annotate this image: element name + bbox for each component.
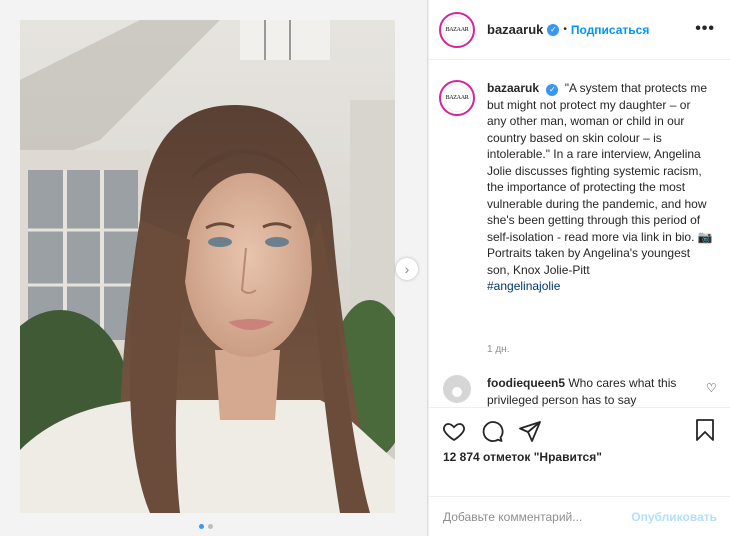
commenter-username[interactable]: foodiequeen5 [487, 376, 565, 390]
carousel-dots [199, 524, 213, 529]
more-icon[interactable]: ••• [695, 21, 715, 37]
hashtag-link[interactable]: #angelinajolie [487, 278, 713, 295]
verified-icon: ✓ [546, 84, 559, 97]
carousel-dot [199, 524, 204, 529]
add-comment-bar: Опубликовать [429, 496, 730, 536]
avatar-logo: BAZAAR [443, 84, 471, 112]
follow-button[interactable]: Подписаться [571, 23, 649, 37]
avatar-logo: BAZAAR [443, 15, 471, 44]
action-icons [441, 418, 543, 444]
comment-text: foodiequeen5 Who cares what this privile… [487, 375, 692, 407]
separator-dot: • [563, 24, 567, 35]
avatar[interactable]: BAZAAR [439, 11, 475, 48]
caption-body: "A system that protects me but might not… [487, 81, 713, 277]
comment-input[interactable] [443, 509, 628, 524]
caption-text: bazaaruk ✓ "A system that protects me bu… [487, 80, 713, 295]
carousel-dot [208, 524, 213, 529]
commenter-avatar[interactable] [443, 375, 471, 403]
verified-icon: ✓ [547, 23, 560, 36]
publish-button[interactable]: Опубликовать [631, 510, 717, 524]
post-header: BAZAAR bazaaruk ✓ • Подписаться ••• [429, 0, 730, 60]
username-link[interactable]: bazaaruk [487, 22, 543, 37]
carousel-next-button[interactable]: › [396, 258, 418, 280]
caption: BAZAAR bazaaruk ✓ "A system that protect… [439, 80, 724, 295]
share-icon[interactable] [517, 418, 543, 444]
comment-item: foodiequeen5 Who cares what this privile… [443, 375, 723, 407]
caption-avatar[interactable]: BAZAAR [439, 80, 475, 116]
likes-count[interactable]: 12 874 отметок "Нравится" [443, 450, 602, 464]
post-time[interactable]: 1 дн. [487, 344, 509, 355]
comment-icon[interactable] [479, 418, 505, 444]
heart-icon[interactable] [441, 418, 467, 444]
media-pane: › [0, 0, 428, 536]
caption-username-link[interactable]: bazaaruk [487, 81, 539, 95]
post-photo[interactable] [20, 20, 395, 513]
post-sidebar: BAZAAR bazaaruk ✓ • Подписаться ••• BAZA… [428, 0, 730, 536]
bookmark-icon[interactable] [693, 418, 719, 444]
chevron-right-icon: › [404, 261, 410, 277]
comment-like-icon[interactable]: ♡ [706, 381, 717, 395]
